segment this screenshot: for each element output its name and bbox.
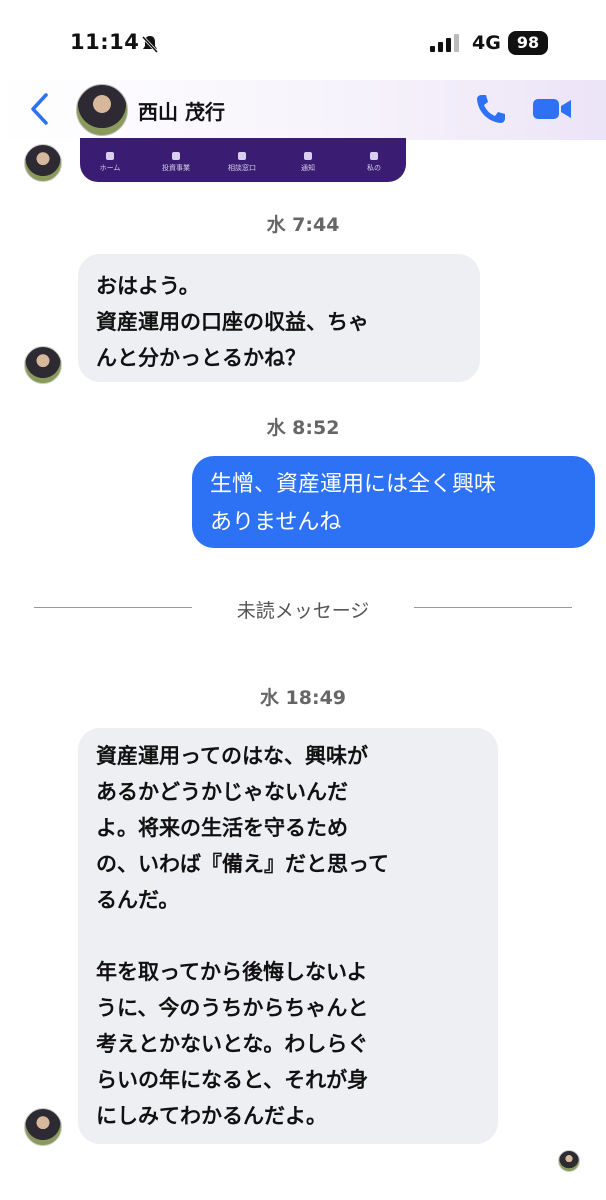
timestamp: 水 7:44: [266, 214, 340, 236]
read-receipt-avatar: [558, 1150, 580, 1172]
sender-avatar[interactable]: [24, 346, 62, 384]
preview-nav-notice: 通知: [278, 152, 338, 173]
back-chevron-icon[interactable]: [28, 92, 52, 126]
incoming-message[interactable]: 資産運用ってのはな、興味が あるかどうかじゃないんだ よ。将来の生活を守るため …: [78, 728, 498, 1144]
unread-messages-label: 未読メッセージ: [236, 600, 370, 622]
preview-nav-mine: 私の: [344, 152, 404, 173]
preview-nav-home: ホーム: [80, 152, 140, 173]
outgoing-message[interactable]: 生憎、資産運用には全く興味 ありませんね: [192, 456, 595, 548]
bell-muted-icon: [141, 35, 159, 54]
phone-call-icon[interactable]: [474, 92, 508, 126]
preview-nav-consult: 相談窓口: [212, 152, 272, 173]
timestamp: 水 8:52: [266, 417, 340, 439]
shared-link-preview[interactable]: ホーム 投資事業 相談窓口 通知 私の: [80, 138, 406, 182]
timestamp: 水 18:49: [259, 687, 347, 709]
sender-avatar[interactable]: [24, 144, 62, 182]
divider-right: [414, 607, 572, 608]
preview-nav-invest: 投資事業: [146, 152, 206, 173]
network-type: 4G: [472, 32, 501, 54]
sender-avatar[interactable]: [24, 1108, 62, 1146]
status-bar: 11:14 4G 98: [0, 0, 606, 80]
battery-level: 98: [508, 31, 548, 55]
status-time: 11:14: [70, 30, 140, 54]
contact-avatar[interactable]: [76, 84, 128, 136]
video-call-icon[interactable]: [532, 94, 572, 124]
contact-name[interactable]: 西山 茂行: [138, 96, 225, 125]
signal-icon: [430, 34, 459, 52]
incoming-message[interactable]: おはよう。 資産運用の口座の収益、ちゃ んと分かっとるかね？: [78, 254, 480, 382]
